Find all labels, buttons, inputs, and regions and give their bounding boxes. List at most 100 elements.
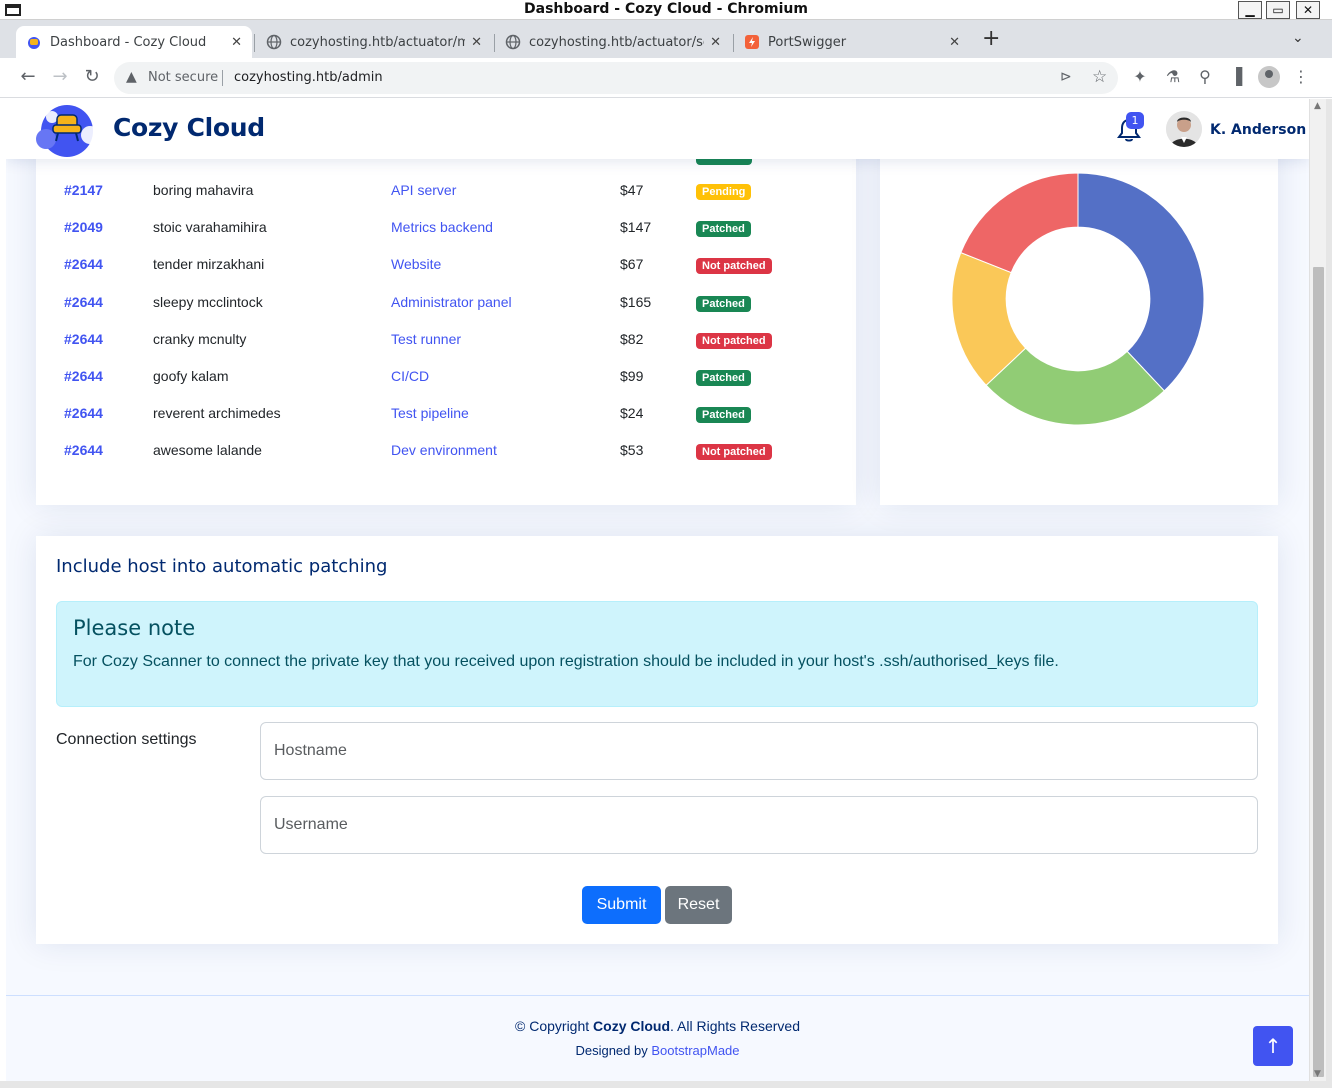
search-icon[interactable]: ⚲ — [1195, 67, 1215, 86]
username-input[interactable] — [260, 796, 1258, 854]
tab-label: PortSwigger — [768, 34, 847, 50]
table-row: #2644 reverent archimedes Test pipeline $24… — [36, 396, 856, 433]
send-icon[interactable]: ⊳ — [1060, 69, 1072, 85]
table-row: #2644 sleepy mcclintock Administrator pane… — [36, 285, 856, 322]
extensions-puzzle-icon[interactable]: ✦ — [1130, 67, 1150, 86]
host-id-link[interactable]: #2644 — [64, 331, 103, 347]
close-icon[interactable]: ✕ — [231, 35, 242, 50]
address-bar[interactable]: ▲ Not secure cozyhosting.htb/admin ⊳ ☆ — [114, 62, 1118, 94]
labs-flask-icon[interactable]: ⚗ — [1163, 67, 1183, 86]
host-name: sleepy mcclintock — [153, 293, 263, 310]
warning-icon[interactable]: ▲ — [126, 69, 137, 85]
status-badge: Pending — [696, 184, 752, 200]
menu-kebab-icon[interactable]: ⋮ — [1291, 67, 1311, 86]
maximize-button[interactable]: ▭ — [1266, 1, 1290, 19]
donut-chart[interactable] — [952, 173, 1204, 425]
avatar[interactable] — [1166, 111, 1202, 147]
patching-form-card: Include host into automatic patching Ple… — [36, 536, 1278, 944]
note-text: For Cozy Scanner to connect the private … — [73, 653, 1059, 670]
status-badge: Patched — [696, 221, 751, 238]
host-id-link[interactable]: #2644 — [64, 294, 103, 310]
minimize-button[interactable]: ▁ — [1238, 1, 1262, 19]
price: $165 — [620, 293, 652, 310]
recent-hosts-card: #2147 boring mahavira API server $47 Pending… — [36, 99, 856, 505]
close-icon[interactable]: ✕ — [710, 35, 721, 50]
submit-button[interactable]: Submit — [582, 886, 661, 924]
bookmark-star-icon[interactable]: ☆ — [1092, 67, 1107, 87]
service-link[interactable]: Test runner — [391, 331, 461, 347]
table-row: #2644 awesome lalande Dev environment $53 No… — [36, 433, 856, 470]
host-id-link[interactable]: #2147 — [64, 182, 103, 198]
cozy-cloud-logo-icon[interactable] — [32, 101, 102, 157]
table-row: #2147 boring mahavira API server $47 Pending — [36, 173, 856, 210]
status-badge: Not patched — [696, 332, 772, 349]
hostname-input[interactable] — [260, 722, 1258, 780]
status-badge: Patched — [696, 407, 751, 424]
back-to-top-button[interactable]: ↑ — [1253, 1026, 1293, 1066]
reset-button[interactable]: Reset — [665, 886, 732, 924]
scroll-up-icon[interactable]: ▲ — [1314, 101, 1321, 111]
host-id-link[interactable]: #2644 — [64, 405, 103, 421]
profile-avatar-icon[interactable] — [1258, 66, 1280, 88]
service-link[interactable]: API server — [391, 182, 456, 198]
host-name: cranky mcnulty — [153, 330, 247, 347]
arrow-up-icon: ↑ — [1264, 1034, 1282, 1058]
close-icon[interactable]: ✕ — [471, 35, 482, 50]
donut-slice-0[interactable] — [1077, 173, 1204, 392]
table-row: #2049 stoic varahamihira Metrics backend $1… — [36, 210, 856, 247]
window-titlebar: Dashboard - Cozy Cloud - Chromium ▁ ▭ ✕ — [0, 0, 1332, 20]
host-name: tender mirzakhani — [153, 256, 265, 273]
copyright: © Copyright Cozy Cloud. All Rights Reser… — [515, 1018, 800, 1034]
tab-actuator-mappings[interactable]: cozyhosting.htb/actuator/m ✕ — [256, 26, 492, 58]
browser-toolbar: ← → ↻ ▲ Not secure cozyhosting.htb/admin… — [0, 58, 1332, 98]
tab-dashboard[interactable]: Dashboard - Cozy Cloud ✕ — [16, 26, 252, 58]
host-id-link[interactable]: #2644 — [64, 442, 103, 458]
price: $24 — [620, 405, 644, 422]
note-title: Please note — [73, 616, 196, 640]
user-name[interactable]: K. Anderson — [1210, 122, 1306, 138]
tab-actuator-sessions[interactable]: cozyhosting.htb/actuator/se ✕ — [495, 26, 731, 58]
notification-badge: 1 — [1126, 112, 1144, 129]
status-badge: Patched — [696, 370, 751, 386]
service-link[interactable]: CI/CD — [391, 368, 429, 384]
service-link[interactable]: Website — [391, 256, 441, 272]
host-name: awesome lalande — [153, 442, 262, 459]
host-id-link[interactable]: #2644 — [64, 368, 103, 384]
service-link[interactable]: Administrator panel — [391, 294, 512, 310]
host-id-link[interactable]: #2049 — [64, 219, 103, 235]
scrollbar-thumb[interactable] — [1313, 267, 1324, 1077]
price: $147 — [620, 219, 652, 236]
security-label[interactable]: Not secure — [148, 70, 218, 85]
brand-name[interactable]: Cozy Cloud — [113, 113, 265, 142]
donut-slice-3[interactable] — [960, 173, 1079, 274]
host-name: goofy kalam — [153, 368, 229, 384]
tab-search-chevron-icon[interactable]: ⌄ — [1292, 30, 1304, 46]
bootstrapmade-link[interactable]: BootstrapMade — [651, 1043, 739, 1058]
service-link[interactable]: Test pipeline — [391, 405, 469, 421]
close-window-button[interactable]: ✕ — [1296, 1, 1320, 19]
price: $67 — [620, 256, 644, 273]
host-name: boring mahavira — [153, 182, 254, 198]
form-title: Include host into automatic patching — [56, 556, 388, 577]
site-header: Cozy Cloud 1 K. Anderson — [6, 99, 1309, 159]
service-link[interactable]: Metrics backend — [391, 219, 493, 235]
host-id-link[interactable]: #2644 — [64, 256, 103, 272]
tab-portswigger[interactable]: PortSwigger ✕ — [734, 26, 970, 58]
url-text[interactable]: cozyhosting.htb/admin — [234, 70, 383, 85]
new-tab-button[interactable]: + — [982, 28, 1000, 50]
service-link[interactable]: Dev environment — [391, 442, 497, 458]
price: $53 — [620, 442, 644, 459]
credits: Designed by BootstrapMade — [575, 1043, 740, 1058]
close-icon[interactable]: ✕ — [949, 35, 960, 50]
connection-settings-label: Connection settings — [56, 731, 197, 748]
page-scrollbar[interactable]: ▲ ▼ — [1309, 99, 1326, 1081]
back-arrow-icon[interactable]: ← — [16, 66, 40, 87]
chart-card — [880, 99, 1278, 505]
status-badge: Patched — [696, 295, 751, 312]
forward-arrow-icon[interactable]: → — [48, 66, 72, 87]
reload-icon[interactable]: ↻ — [80, 66, 104, 87]
side-panel-icon[interactable]: ▐ — [1226, 67, 1246, 86]
table-row: #2644 tender mirzakhani Website $67 Not patc… — [36, 247, 856, 284]
scroll-down-icon[interactable]: ▼ — [1314, 1069, 1321, 1079]
table-row: #2644 cranky mcnulty Test runner $82 Not pat… — [36, 322, 856, 359]
